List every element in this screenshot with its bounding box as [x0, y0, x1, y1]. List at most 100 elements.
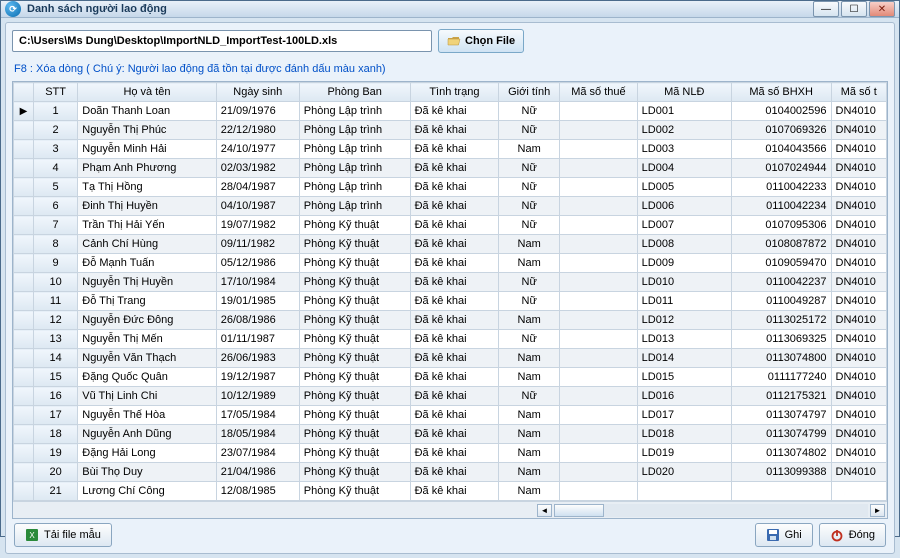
cell-bhxh[interactable]: 0113074800 — [731, 349, 831, 368]
cell-tax[interactable] — [560, 444, 638, 463]
cell-dept[interactable]: Phòng Lập trình — [299, 159, 410, 178]
cell-name[interactable]: Nguyễn Thị Phúc — [78, 121, 216, 140]
cell-dob[interactable]: 19/07/1982 — [216, 216, 299, 235]
cell-status[interactable]: Đã kê khai — [410, 330, 499, 349]
cell-nld[interactable]: LD007 — [637, 216, 731, 235]
table-row[interactable]: 17Nguyễn Thế Hòa17/05/1984Phòng Kỹ thuật… — [14, 406, 887, 425]
cell-dept[interactable]: Phòng Kỹ thuật — [299, 406, 410, 425]
cell-tax[interactable] — [560, 292, 638, 311]
cell-tax[interactable] — [560, 121, 638, 140]
cell-tax[interactable] — [560, 178, 638, 197]
cell-nld[interactable]: LD016 — [637, 387, 731, 406]
cell-taxid[interactable] — [831, 482, 886, 501]
scroll-track[interactable] — [554, 504, 868, 517]
cell-bhxh[interactable] — [731, 482, 831, 501]
cell-nld[interactable]: LD014 — [637, 349, 731, 368]
cell-tax[interactable] — [560, 406, 638, 425]
col-header-status[interactable]: Tình trạng — [410, 83, 499, 102]
cell-dob[interactable]: 24/10/1977 — [216, 140, 299, 159]
col-header-dob[interactable]: Ngày sinh — [216, 83, 299, 102]
cell-gender[interactable]: Nữ — [499, 216, 560, 235]
cell-status[interactable]: Đã kê khai — [410, 140, 499, 159]
cell-taxid[interactable]: DN4010 — [831, 425, 886, 444]
cell-gender[interactable]: Nữ — [499, 178, 560, 197]
table-row[interactable]: 12Nguyễn Đức Đông26/08/1986Phòng Kỹ thuậ… — [14, 311, 887, 330]
close-button[interactable]: Đóng — [819, 523, 886, 547]
cell-gender[interactable]: Nam — [499, 254, 560, 273]
cell-dob[interactable]: 12/08/1985 — [216, 482, 299, 501]
cell-dept[interactable]: Phòng Kỹ thuật — [299, 235, 410, 254]
cell-status[interactable]: Đã kê khai — [410, 102, 499, 121]
col-header-marker[interactable] — [14, 83, 34, 102]
cell-tax[interactable] — [560, 330, 638, 349]
table-row[interactable]: 18Nguyễn Anh Dũng18/05/1984Phòng Kỹ thuậ… — [14, 425, 887, 444]
cell-name[interactable]: Nguyễn Minh Hải — [78, 140, 216, 159]
cell-dob[interactable]: 21/09/1976 — [216, 102, 299, 121]
cell-status[interactable]: Đã kê khai — [410, 482, 499, 501]
cell-name[interactable]: Trần Thị Hải Yến — [78, 216, 216, 235]
cell-dept[interactable]: Phòng Kỹ thuật — [299, 387, 410, 406]
cell-bhxh[interactable]: 0110042234 — [731, 197, 831, 216]
cell-bhxh[interactable]: 0109059470 — [731, 254, 831, 273]
cell-dob[interactable]: 26/06/1983 — [216, 349, 299, 368]
cell-status[interactable]: Đã kê khai — [410, 178, 499, 197]
col-header-nld[interactable]: Mã NLĐ — [637, 83, 731, 102]
cell-nld[interactable]: LD011 — [637, 292, 731, 311]
horizontal-scrollbar[interactable]: ◄ ► — [13, 501, 887, 518]
cell-name[interactable]: Đặng Hải Long — [78, 444, 216, 463]
cell-name[interactable]: Nguyễn Anh Dũng — [78, 425, 216, 444]
cell-name[interactable]: Nguyễn Thế Hòa — [78, 406, 216, 425]
cell-bhxh[interactable]: 0110049287 — [731, 292, 831, 311]
cell-gender[interactable]: Nữ — [499, 292, 560, 311]
cell-name[interactable]: Tạ Thị Hồng — [78, 178, 216, 197]
cell-dob[interactable]: 21/04/1986 — [216, 463, 299, 482]
cell-nld[interactable] — [637, 482, 731, 501]
cell-dept[interactable]: Phòng Lập trình — [299, 102, 410, 121]
cell-name[interactable]: Phạm Anh Phương — [78, 159, 216, 178]
cell-nld[interactable]: LD004 — [637, 159, 731, 178]
cell-dob[interactable]: 18/05/1984 — [216, 425, 299, 444]
cell-name[interactable]: Vũ Thị Linh Chi — [78, 387, 216, 406]
cell-bhxh[interactable]: 0110042237 — [731, 273, 831, 292]
cell-gender[interactable]: Nam — [499, 311, 560, 330]
cell-taxid[interactable]: DN4010 — [831, 311, 886, 330]
cell-name[interactable]: Đỗ Mạnh Tuấn — [78, 254, 216, 273]
cell-dob[interactable]: 01/11/1987 — [216, 330, 299, 349]
cell-status[interactable]: Đã kê khai — [410, 406, 499, 425]
cell-nld[interactable]: LD017 — [637, 406, 731, 425]
cell-dob[interactable]: 04/10/1987 — [216, 197, 299, 216]
scroll-right-icon[interactable]: ► — [870, 504, 885, 517]
cell-bhxh[interactable]: 0107095306 — [731, 216, 831, 235]
cell-gender[interactable]: Nữ — [499, 102, 560, 121]
table-row[interactable]: ▶1Doãn Thanh Loan21/09/1976Phòng Lập trì… — [14, 102, 887, 121]
cell-dob[interactable]: 17/10/1984 — [216, 273, 299, 292]
save-button[interactable]: Ghi — [755, 523, 813, 547]
cell-taxid[interactable]: DN4010 — [831, 121, 886, 140]
cell-dob[interactable]: 05/12/1986 — [216, 254, 299, 273]
cell-nld[interactable]: LD002 — [637, 121, 731, 140]
cell-dept[interactable]: Phòng Kỹ thuật — [299, 482, 410, 501]
cell-dept[interactable]: Phòng Kỹ thuật — [299, 463, 410, 482]
table-row[interactable]: 13Nguyễn Thị Mến01/11/1987Phòng Kỹ thuật… — [14, 330, 887, 349]
cell-dept[interactable]: Phòng Kỹ thuật — [299, 444, 410, 463]
cell-nld[interactable]: LD008 — [637, 235, 731, 254]
cell-bhxh[interactable]: 0110042233 — [731, 178, 831, 197]
cell-bhxh[interactable]: 0113099388 — [731, 463, 831, 482]
cell-dept[interactable]: Phòng Lập trình — [299, 197, 410, 216]
cell-tax[interactable] — [560, 140, 638, 159]
cell-taxid[interactable]: DN4010 — [831, 349, 886, 368]
table-row[interactable]: 11Đỗ Thị Trang19/01/1985Phòng Kỹ thuậtĐã… — [14, 292, 887, 311]
cell-bhxh[interactable]: 0104002596 — [731, 102, 831, 121]
cell-bhxh[interactable]: 0113074802 — [731, 444, 831, 463]
cell-name[interactable]: Đặng Quốc Quân — [78, 368, 216, 387]
cell-name[interactable]: Đỗ Thị Trang — [78, 292, 216, 311]
cell-status[interactable]: Đã kê khai — [410, 121, 499, 140]
table-row[interactable]: 21Lương Chí Công12/08/1985Phòng Kỹ thuật… — [14, 482, 887, 501]
cell-nld[interactable]: LD001 — [637, 102, 731, 121]
cell-bhxh[interactable]: 0108087872 — [731, 235, 831, 254]
cell-dept[interactable]: Phòng Kỹ thuật — [299, 349, 410, 368]
table-row[interactable]: 7Trần Thị Hải Yến19/07/1982Phòng Kỹ thuậ… — [14, 216, 887, 235]
cell-name[interactable]: Nguyễn Thị Mến — [78, 330, 216, 349]
table-row[interactable]: 14Nguyễn Văn Thạch26/06/1983Phòng Kỹ thu… — [14, 349, 887, 368]
cell-taxid[interactable]: DN4010 — [831, 140, 886, 159]
